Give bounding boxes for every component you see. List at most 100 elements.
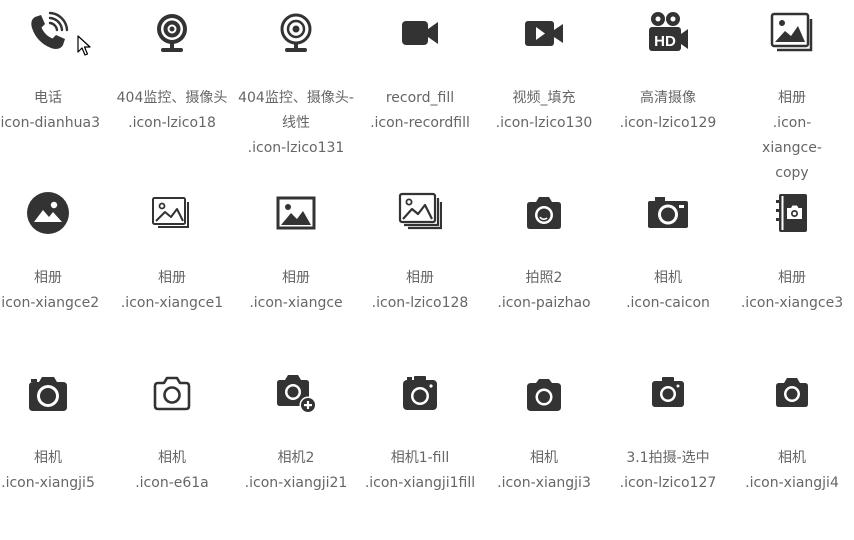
icon-card-recordfill[interactable]: record_fill .icon-recordfill: [358, 0, 482, 180]
icon-label: 相册: [406, 270, 434, 286]
icon-code: .icon-lzico131: [247, 140, 345, 156]
icon-name: 相机1-fill .icon-xiangji1fill: [360, 446, 480, 496]
album-outline-icon: [110, 188, 234, 238]
icon-code: .icon-xiangce-copy: [762, 115, 822, 181]
camera-compact-icon: [730, 368, 854, 418]
icon-code: .icon-xiangji21: [244, 475, 348, 491]
icon-name: 3.1拍摄-选中 .icon-lzico127: [608, 446, 728, 496]
icon-code: .icon-xiangce: [249, 295, 343, 311]
icon-name: 相机 .icon-xiangji5: [0, 446, 108, 496]
icon-code: .icon-lzico128: [371, 295, 469, 311]
camera-selected-icon: [606, 368, 730, 418]
icon-name: 相册 .icon-xiangce-copy: [732, 86, 852, 186]
icon-card-xiangce2[interactable]: 相册 .icon-xiangce2: [0, 180, 110, 360]
icon-label: 相册: [778, 90, 806, 106]
icon-code: .icon-xiangji5: [1, 475, 95, 491]
album-notebook-icon: [730, 188, 854, 238]
album-stack-icon: [730, 8, 854, 58]
icon-card-caicon[interactable]: 相机 .icon-caicon: [606, 180, 730, 360]
icon-name: 高清摄像 .icon-lzico129: [608, 86, 728, 136]
icon-name: 相册 .icon-xiangce3: [732, 266, 852, 316]
icon-card-lzico127[interactable]: 3.1拍摄-选中 .icon-lzico127: [606, 360, 730, 540]
icon-code: .icon-xiangce3: [740, 295, 844, 311]
icon-name: 404监控、摄像头 .icon-lzico18: [112, 86, 232, 136]
album-circle-icon: [0, 188, 110, 238]
icon-code: .icon-lzico130: [495, 115, 593, 131]
icon-label: 高清摄像: [640, 90, 696, 106]
album-picture-icon: [234, 188, 358, 238]
icon-label: 404监控、摄像头-线性: [238, 90, 354, 131]
icon-card-xiangji3[interactable]: 相机 .icon-xiangji3: [482, 360, 606, 540]
icon-card-xiangce[interactable]: 相册 .icon-xiangce: [234, 180, 358, 360]
icon-label: 相机: [778, 450, 806, 466]
icon-label: 拍照2: [525, 270, 563, 286]
icon-code: .icon-xiangce1: [120, 295, 224, 311]
icon-card-xiangce1[interactable]: 相册 .icon-xiangce1: [110, 180, 234, 360]
icon-code: .icon-recordfill: [370, 115, 470, 131]
icon-card-lzico131[interactable]: 404监控、摄像头-线性 .icon-lzico131: [234, 0, 358, 180]
icon-name: 相机2 .icon-xiangji21: [236, 446, 356, 496]
icon-label: 3.1拍摄-选中: [626, 450, 710, 466]
icon-card-xiangce3[interactable]: 相册 .icon-xiangce3: [730, 180, 854, 360]
icon-label: 相册: [282, 270, 310, 286]
icon-card-xiangce-copy[interactable]: 相册 .icon-xiangce-copy: [730, 0, 854, 181]
icon-name: 拍照2 .icon-paizhao: [484, 266, 604, 316]
camera-wide-icon: [606, 188, 730, 238]
icon-name: 404监控、摄像头-线性 .icon-lzico131: [236, 86, 356, 161]
icon-card-lzico129[interactable]: HD 高清摄像 .icon-lzico129: [606, 0, 730, 180]
video-camera-fill-icon: [358, 8, 482, 58]
icon-label: 404监控、摄像头: [116, 90, 228, 106]
icon-code: .icon-xiangji1fill: [364, 475, 476, 491]
icon-label: record_fill: [385, 90, 455, 106]
icon-name: 相册 .icon-lzico128: [360, 266, 480, 316]
phone-ringing-icon: [0, 8, 110, 58]
icon-code: .icon-lzico129: [619, 115, 717, 131]
icon-code: .icon-xiangji3: [497, 475, 591, 491]
icon-grid: 电话 .icon-dianhua3 404监控、摄像头 .icon-lzico1…: [0, 0, 854, 540]
icon-card-lzico128[interactable]: 相册 .icon-lzico128: [358, 180, 482, 360]
icon-label: 电话: [34, 90, 62, 106]
icon-code: .icon-lzico127: [619, 475, 717, 491]
icon-label: 相机2: [277, 450, 315, 466]
icon-code: .icon-lzico18: [128, 115, 216, 131]
icon-name: 相册 .icon-xiangce: [236, 266, 356, 316]
svg-text:HD: HD: [654, 33, 676, 50]
icon-name: 相机 .icon-e61a: [112, 446, 232, 496]
icon-card-xiangji4[interactable]: 相机 .icon-xiangji4: [730, 360, 854, 540]
icon-name: record_fill .icon-recordfill: [360, 86, 480, 136]
icon-label: 相册: [778, 270, 806, 286]
icon-card-xiangji21[interactable]: 相机2 .icon-xiangji21: [234, 360, 358, 540]
icon-code: .icon-xiangji4: [745, 475, 839, 491]
icon-name: 相机 .icon-caicon: [608, 266, 728, 316]
icon-card-paizhao[interactable]: 拍照2 .icon-paizhao: [482, 180, 606, 360]
icon-code: .icon-e61a: [135, 475, 209, 491]
icon-label: 相机: [34, 450, 62, 466]
camera-square-fill-icon: [358, 368, 482, 418]
camera-add-icon: [234, 368, 358, 418]
icon-card-e61a[interactable]: 相机 .icon-e61a: [110, 360, 234, 540]
hd-camera-icon: HD: [606, 8, 730, 58]
webcam-outline-icon: [234, 8, 358, 58]
icon-name: 视频_填充 .icon-lzico130: [484, 86, 604, 136]
icon-code: .icon-caicon: [626, 295, 710, 311]
icon-label: 相册: [34, 270, 62, 286]
icon-name: 相册 .icon-xiangce2: [0, 266, 108, 316]
icon-card-lzico18[interactable]: 404监控、摄像头 .icon-lzico18: [110, 0, 234, 180]
camera-shutter-icon: [482, 188, 606, 238]
camera-fill-icon: [0, 368, 110, 418]
icon-label: 相机: [654, 270, 682, 286]
icon-label: 相机1-fill: [390, 450, 450, 466]
icon-name: 相机 .icon-xiangji3: [484, 446, 604, 496]
icon-label: 相册: [158, 270, 186, 286]
icon-card-lzico130[interactable]: 视频_填充 .icon-lzico130: [482, 0, 606, 180]
icon-code: .icon-paizhao: [497, 295, 591, 311]
icon-name: 相机 .icon-xiangji4: [732, 446, 852, 496]
icon-label: 视频_填充: [512, 90, 576, 106]
icon-label: 相机: [158, 450, 186, 466]
icon-card-dianhua3[interactable]: 电话 .icon-dianhua3: [0, 0, 110, 180]
icon-card-xiangji1fill[interactable]: 相机1-fill .icon-xiangji1fill: [358, 360, 482, 540]
webcam-fill-icon: [110, 8, 234, 58]
icon-card-xiangji5[interactable]: 相机 .icon-xiangji5: [0, 360, 110, 540]
video-play-fill-icon: [482, 8, 606, 58]
icon-label: 相机: [530, 450, 558, 466]
